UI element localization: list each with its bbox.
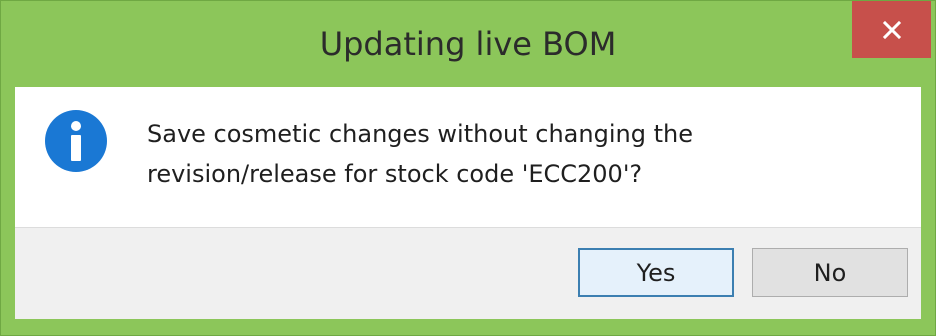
close-button[interactable] — [852, 1, 931, 58]
info-icon — [45, 110, 107, 172]
no-button[interactable]: No — [752, 248, 908, 297]
yes-button[interactable]: Yes — [578, 248, 734, 297]
close-icon — [882, 20, 901, 39]
dialog-window: Updating live BOM Save cosmetic changes … — [0, 0, 936, 336]
message-line-2: revision/release for stock code 'ECC200'… — [147, 160, 643, 188]
title-bar[interactable]: Updating live BOM — [1, 1, 935, 87]
message-area: Save cosmetic changes without changing t… — [15, 87, 921, 227]
message-line-1: Save cosmetic changes without changing t… — [147, 120, 693, 148]
dialog-title: Updating live BOM — [319, 25, 617, 63]
button-bar: Yes No — [15, 227, 921, 319]
message-text: Save cosmetic changes without changing t… — [147, 114, 887, 194]
